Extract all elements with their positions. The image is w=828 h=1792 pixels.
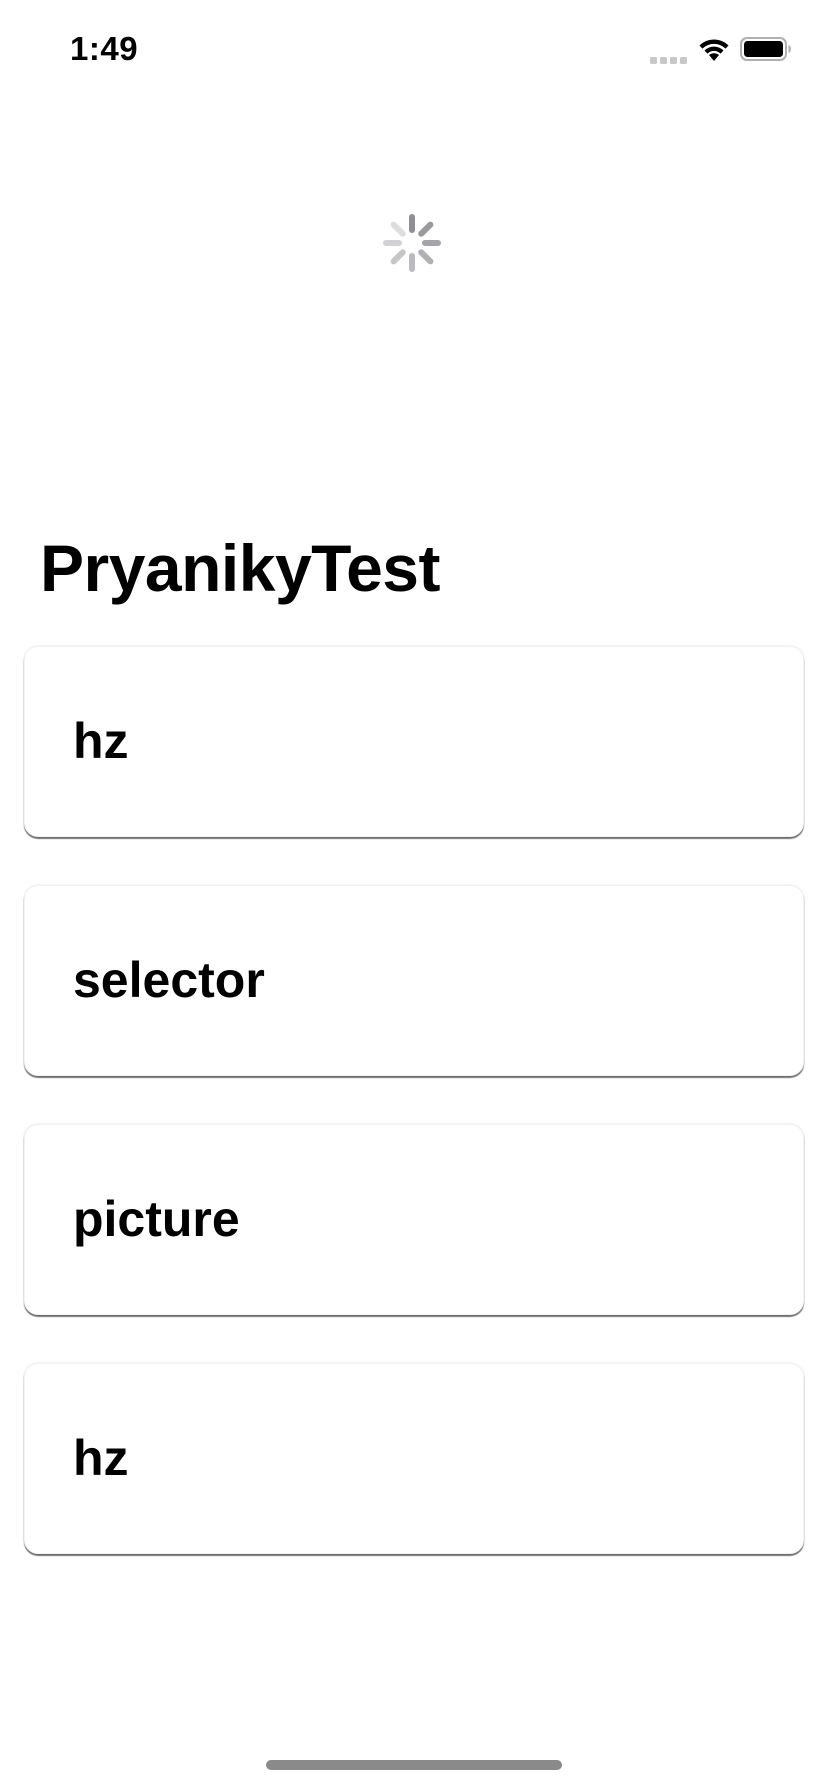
home-indicator[interactable] bbox=[266, 1760, 562, 1770]
wifi-icon bbox=[697, 36, 731, 62]
card-label: hz bbox=[73, 1430, 129, 1486]
list-card-hz-2[interactable]: hz bbox=[24, 1363, 804, 1554]
battery-icon bbox=[740, 36, 792, 62]
activity-spinner-icon bbox=[382, 213, 442, 273]
status-bar: 1:49 bbox=[0, 0, 828, 100]
page-title: PryanikyTest bbox=[40, 531, 441, 605]
signal-icon bbox=[650, 52, 688, 64]
card-list: hz selector picture hz bbox=[24, 646, 804, 1602]
status-time: 1:49 bbox=[70, 30, 139, 67]
card-label: hz bbox=[73, 713, 129, 769]
card-label: picture bbox=[73, 1191, 240, 1247]
card-label: selector bbox=[73, 952, 265, 1008]
list-card-hz[interactable]: hz bbox=[24, 646, 804, 837]
list-card-selector[interactable]: selector bbox=[24, 885, 804, 1076]
list-card-picture[interactable]: picture bbox=[24, 1124, 804, 1315]
